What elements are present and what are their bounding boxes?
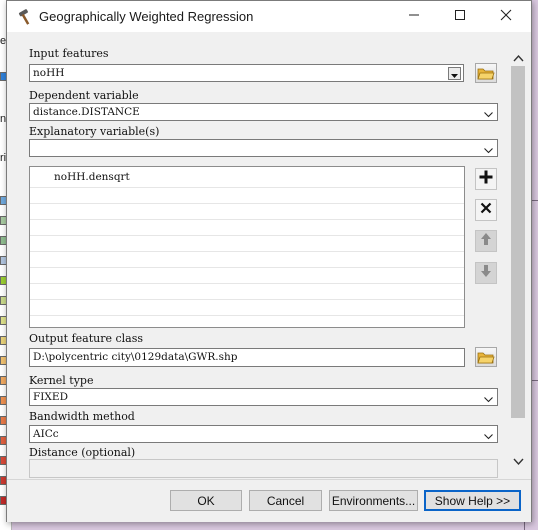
chevron-down-icon[interactable] <box>483 143 494 154</box>
chevron-down-icon[interactable] <box>483 392 494 403</box>
dependent-variable-combo[interactable]: distance.DISTANCE <box>29 103 498 121</box>
ok-button[interactable]: OK <box>170 490 242 511</box>
remove-button[interactable] <box>475 199 497 221</box>
bandwidth-method-label: Bandwidth method <box>29 410 135 423</box>
add-button[interactable] <box>475 168 497 190</box>
explanatory-variables-list[interactable]: noHH.densqrt <box>29 166 465 328</box>
move-down-icon <box>480 264 492 283</box>
environments-button[interactable]: Environments... <box>329 490 418 511</box>
folder-open-icon <box>476 352 496 370</box>
distance-label: Distance (optional) <box>29 446 136 459</box>
kernel-type-value: FIXED <box>33 391 68 403</box>
output-feature-class-value: D:\polycentric city\0129data\GWR.shp <box>33 351 238 363</box>
move-down-button[interactable] <box>475 262 497 284</box>
show-help-button[interactable]: Show Help >> <box>424 490 521 511</box>
scroll-down-icon[interactable] <box>513 453 524 471</box>
title-bar[interactable]: Geographically Weighted Regression <box>7 1 531 32</box>
input-features-value: noHH <box>33 67 65 79</box>
chevron-down-icon[interactable] <box>483 429 494 440</box>
folder-open-icon <box>476 68 496 86</box>
kernel-type-combo[interactable]: FIXED <box>29 388 498 406</box>
explanatory-variables-combo[interactable] <box>29 139 498 157</box>
bandwidth-method-combo[interactable]: AICc <box>29 425 498 443</box>
remove-icon <box>480 201 492 219</box>
vertical-scrollbar[interactable] <box>510 41 527 471</box>
browse-output-button[interactable] <box>475 347 497 367</box>
window-title: Geographically Weighted Regression <box>39 9 254 24</box>
close-icon <box>500 8 512 26</box>
input-features-label: Input features <box>29 47 109 60</box>
maximize-button[interactable] <box>437 1 483 32</box>
distance-input[interactable] <box>29 459 498 478</box>
list-item[interactable]: noHH.densqrt <box>54 171 130 183</box>
minimize-icon <box>408 8 420 26</box>
dependent-variable-value: distance.DISTANCE <box>33 106 140 118</box>
dependent-variable-label: Dependent variable <box>29 89 139 102</box>
close-button[interactable] <box>483 1 529 32</box>
minimize-button[interactable] <box>391 1 437 32</box>
bandwidth-method-value: AICc <box>33 428 59 440</box>
dropdown-arrow-icon[interactable] <box>448 67 461 80</box>
cancel-button[interactable]: Cancel <box>249 490 322 511</box>
browse-input-button[interactable] <box>475 63 497 83</box>
maximize-icon <box>454 8 466 26</box>
input-features-combo[interactable]: noHH <box>29 64 464 82</box>
gwr-dialog: Geographically Weighted Regression Input… <box>6 0 532 522</box>
hammer-icon <box>17 8 35 26</box>
output-feature-class-input[interactable]: D:\polycentric city\0129data\GWR.shp <box>29 348 465 367</box>
output-feature-class-label: Output feature class <box>29 332 144 345</box>
explanatory-variables-label: Explanatory variable(s) <box>29 125 160 138</box>
scroll-thumb[interactable] <box>511 66 525 418</box>
move-up-icon <box>480 232 492 251</box>
move-up-button[interactable] <box>475 230 497 252</box>
kernel-type-label: Kernel type <box>29 374 94 387</box>
scroll-up-icon[interactable] <box>513 49 524 67</box>
chevron-down-icon[interactable] <box>483 107 494 118</box>
add-icon <box>479 170 493 189</box>
